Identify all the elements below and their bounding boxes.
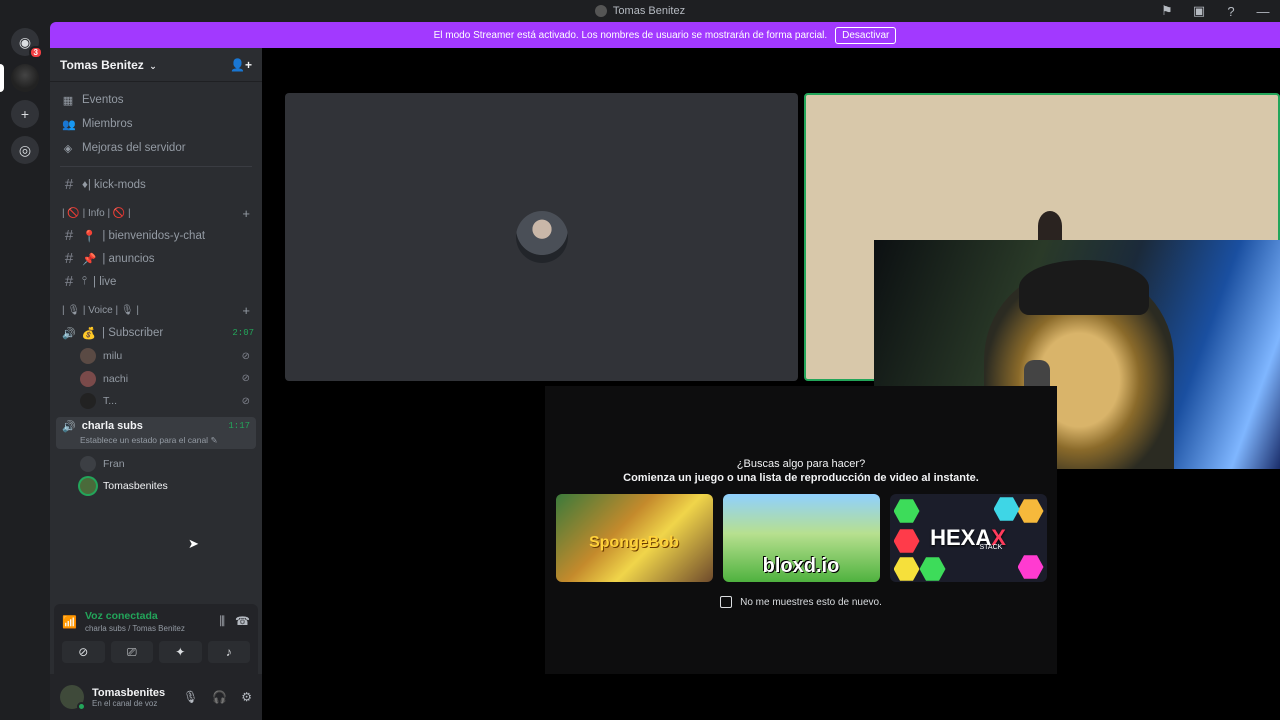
microphone-icon[interactable]: 🎙 (183, 690, 198, 704)
add-channel-icon[interactable]: + (242, 303, 250, 318)
add-member-icon[interactable]: 👤+ (230, 58, 252, 72)
camera-off-button[interactable]: ⊘ (62, 641, 105, 663)
channel-bienvenidos[interactable]: # 📍 | bienvenidos-y-chat (50, 224, 262, 247)
explore-icon[interactable]: ◎ (11, 136, 39, 164)
mouse-cursor-icon: ➤ (188, 536, 199, 551)
activity-card-hexa[interactable]: HEXAX STACK (889, 494, 1047, 582)
title-bar: Tomas Benitez ⚑ ▣ ? — (0, 0, 1280, 22)
discord-home-button[interactable]: ◉ 3 (11, 28, 43, 59)
flag-icon[interactable]: ⚑ (1158, 2, 1176, 20)
nav-boosts[interactable]: ◈ Mejoras del servidor (50, 136, 262, 160)
channel-kick-mods[interactable]: # ♦| kick-mods (50, 173, 262, 196)
signal-icon[interactable]: 📶 (62, 615, 77, 629)
avatar (80, 370, 96, 387)
channel-sidebar: Tomas Benitez ⌄ 👤+ ▦ Eventos 👥 Miembros ◈ M… (50, 48, 262, 720)
banner-text: El modo Streamer está activado. Los nomb… (433, 29, 828, 41)
screen-share-icon[interactable]: ▣ (1190, 2, 1208, 20)
chevron-down-icon: ⌄ (146, 60, 157, 71)
username: Tomasbenites (92, 686, 166, 699)
category-voice[interactable]: | 🎙 | Voice | 🎙 | + (50, 299, 262, 321)
server-header[interactable]: Tomas Benitez ⌄ 👤+ (50, 48, 262, 82)
activity-subtitle: Comienza un juego o una lista de reprodu… (623, 472, 979, 484)
voice-connected-title[interactable]: Voz conectada (85, 610, 185, 622)
minimize-icon[interactable]: — (1254, 2, 1272, 20)
voice-user[interactable]: T... ⊘ (50, 390, 262, 413)
headphones-icon[interactable]: 🎧 (212, 690, 227, 704)
activity-card-spongebob[interactable]: SpongeBob (555, 494, 713, 582)
deafened-icon: ⊘ (241, 350, 250, 362)
window-title-text: Tomas Benitez (612, 5, 686, 17)
channel-status[interactable]: Establece un estado para el canal ✎ (80, 435, 250, 446)
server-mini-avatar (594, 5, 607, 17)
dont-show-again[interactable]: No me muestres esto de nuevo. (720, 596, 882, 608)
server-icon-tomas[interactable] (11, 64, 39, 92)
avatar (80, 478, 96, 495)
disconnect-icon[interactable]: ☎ (235, 614, 250, 629)
speaker-icon: 🔊 (62, 327, 76, 340)
window-title: Tomas Benitez (594, 5, 686, 17)
channel-anuncios[interactable]: # 📌 | anuncios (50, 247, 262, 270)
server-name: Tomas Benitez (60, 57, 144, 72)
pencil-icon: ✎ (210, 434, 218, 445)
avatar (80, 393, 96, 410)
user-avatar[interactable] (60, 685, 86, 711)
help-icon[interactable]: ? (1222, 2, 1240, 20)
voice-stage: ¿Buscas algo para hacer? Comienza un jue… (262, 48, 1280, 720)
hash-icon: # (64, 250, 74, 267)
participant-avatar (515, 211, 568, 263)
voice-user[interactable]: Tomasbenites (50, 475, 262, 498)
activity-question: ¿Buscas algo para hacer? (736, 458, 866, 470)
nav-members[interactable]: 👥 Miembros (50, 112, 262, 136)
speaker-icon: 🔊 (62, 420, 76, 433)
channel-timer: 1:17 (228, 421, 250, 431)
noise-suppression-icon[interactable]: ⫼ (220, 614, 226, 629)
nav-events[interactable]: ▦ Eventos (50, 88, 262, 112)
channel-timer: 2:07 (232, 328, 254, 338)
activity-suggestions: ¿Buscas algo para hacer? Comienza un jue… (545, 386, 1057, 674)
deafened-icon: ⊘ (241, 373, 250, 385)
add-server-icon[interactable]: + (11, 100, 39, 128)
notification-badge: 3 (28, 46, 43, 59)
voice-connected-panel: 📶 Voz conectada charla subs / Tomas Beni… (54, 604, 258, 674)
hash-icon: # (64, 227, 74, 244)
hash-icon: # (64, 273, 74, 290)
voice-channel-charla-subs[interactable]: 🔊 charla subs 1:17 Establece un estado pa… (56, 416, 256, 449)
voice-user[interactable]: Fran (50, 453, 262, 476)
gear-icon[interactable]: ⚙ (241, 690, 252, 704)
add-channel-icon[interactable]: + (242, 206, 250, 221)
avatar (80, 348, 96, 365)
calendar-icon: ▦ (62, 94, 74, 107)
divider (60, 166, 252, 167)
user-panel: Tomasbenites En el canal de voz 🎙 🎧 ⚙ (50, 674, 262, 720)
voice-connected-sub[interactable]: charla subs / Tomas Benitez (85, 624, 185, 633)
screen-share-button[interactable]: ⎚ (110, 641, 153, 663)
server-rail: ◉ 3 + ◎ (0, 22, 50, 720)
participant-tile[interactable] (285, 93, 798, 381)
active-server-indicator (0, 64, 4, 92)
activity-card-bloxd[interactable]: bloxd.io (722, 494, 880, 582)
voice-channel-subscriber[interactable]: 🔊 💰 | Subscriber 2:07 (50, 321, 262, 345)
boost-icon: ◈ (63, 142, 73, 155)
streamer-mode-banner: El modo Streamer está activado. Los nomb… (50, 22, 1280, 48)
voice-user[interactable]: milu ⊘ (50, 345, 262, 368)
category-info[interactable]: | 🚫 | Info | 🚫 | + (50, 202, 262, 224)
avatar (80, 455, 96, 472)
deactivate-button[interactable]: Desactivar (835, 26, 897, 44)
channel-live[interactable]: # ⫯ | live (50, 270, 262, 293)
user-status: En el canal de voz (92, 698, 158, 708)
participant-video (1038, 211, 1062, 241)
dont-show-checkbox[interactable] (720, 596, 733, 608)
soundboard-button[interactable]: ♪ (207, 641, 250, 663)
members-icon: 👥 (62, 118, 76, 131)
hexa-stack-label: STACK (979, 544, 1003, 551)
hash-icon: # (64, 176, 74, 193)
deafened-icon: ⊘ (241, 395, 250, 407)
activities-button[interactable]: ✦ (159, 641, 202, 663)
voice-user[interactable]: nachi ⊘ (50, 368, 262, 391)
status-indicator (77, 702, 86, 711)
